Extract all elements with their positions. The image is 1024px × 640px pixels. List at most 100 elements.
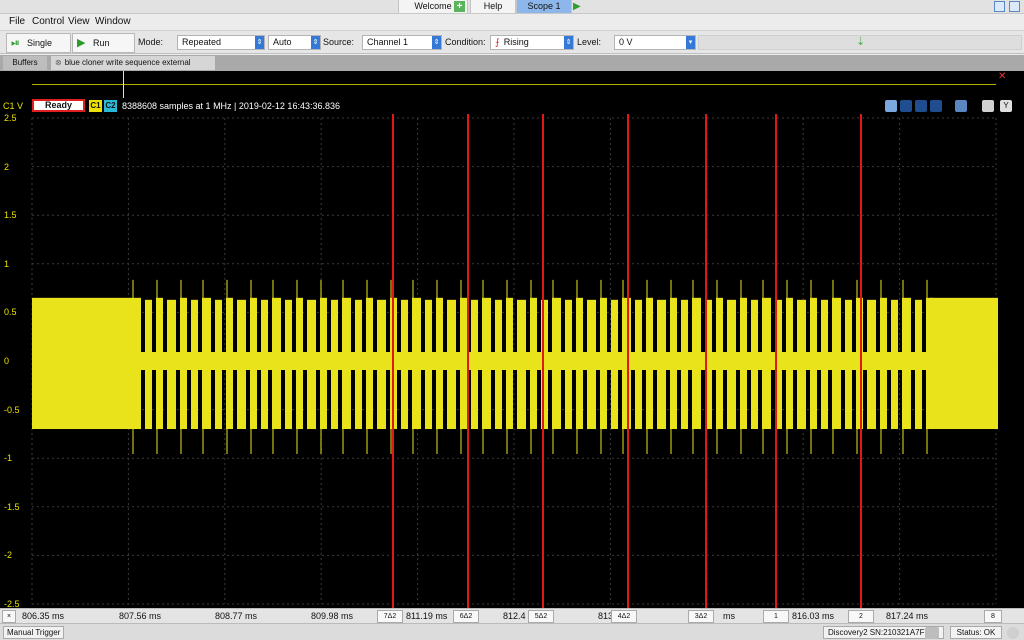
waveform-burst xyxy=(517,299,526,430)
close-axis-button[interactable]: × xyxy=(2,610,16,623)
waveform-burst xyxy=(307,299,316,430)
settings-gear-icon[interactable] xyxy=(1007,627,1019,639)
waveform-burst xyxy=(401,299,408,430)
x-tick-label: 812.4 xyxy=(503,611,526,621)
condition-select-value: Rising xyxy=(503,37,529,47)
overview-strip[interactable]: ✕ xyxy=(0,71,1024,98)
chevron-down-icon: ⇕ xyxy=(432,36,441,49)
y-tick-label: -1 xyxy=(4,453,13,464)
waveform-burst xyxy=(261,299,268,430)
waveform-gap-band xyxy=(351,352,355,370)
y-tick-label: 0 xyxy=(4,356,10,366)
waveform-gap-band xyxy=(898,352,902,370)
channel-2-toggle[interactable]: C2 xyxy=(104,100,117,112)
magnifier-icon[interactable] xyxy=(955,100,967,112)
buffer-file-tab[interactable]: ⊗blue cloner write sequence external ant… xyxy=(51,56,215,81)
run-button-label: Run xyxy=(93,38,110,48)
single-button-label: Single xyxy=(27,38,53,48)
waveform-gap-band xyxy=(513,352,517,370)
waveform-gap-band xyxy=(607,352,611,370)
run-button[interactable]: ▶ Run xyxy=(72,33,135,53)
mode-select[interactable]: Repeated ⇕ xyxy=(177,35,265,50)
trigger-auto-select[interactable]: Auto ⇕ xyxy=(268,35,321,50)
cursor-box-2[interactable]: 2 xyxy=(848,610,874,623)
waveform-burst xyxy=(355,299,362,430)
settings-icon[interactable] xyxy=(982,100,994,112)
waveform-gap-band xyxy=(362,352,366,370)
channel-1-toggle[interactable]: C1 xyxy=(89,100,102,112)
close-icon[interactable]: ⊗ xyxy=(55,58,62,67)
zoom-select-icon[interactable] xyxy=(885,100,897,112)
waveform-gap-band xyxy=(631,352,635,370)
waveform-burst xyxy=(285,299,292,430)
waveform-burst xyxy=(167,299,176,430)
cursor-box-7[interactable]: 7Δ2 xyxy=(377,610,403,623)
waveform-gap-band xyxy=(618,352,622,370)
chevron-down-icon: ⇕ xyxy=(311,36,320,49)
waveform-gap-band xyxy=(338,352,342,370)
overview-cursor[interactable] xyxy=(123,71,124,98)
scope-plot[interactable]: 2.5 2 1.5 1 0.5 0 -0.5 -1 -1.5 -2 -2.5 xyxy=(0,113,1024,609)
cursor-mode-icon[interactable] xyxy=(900,100,912,112)
y-axis-icon[interactable]: Y xyxy=(1000,100,1012,112)
waveform-gap-band xyxy=(653,352,657,370)
waveform-gap-band xyxy=(408,352,412,370)
waveform-gap-band xyxy=(292,352,296,370)
cursor-box-5[interactable]: 5Δ2 xyxy=(528,610,554,623)
waveform-gap-band xyxy=(163,352,167,370)
cursor-box-6[interactable]: 6Δ2 xyxy=(453,610,479,623)
measure-icon[interactable] xyxy=(915,100,927,112)
waveform-burst xyxy=(215,299,222,430)
download-arrow-icon[interactable]: ⇣ xyxy=(856,35,865,48)
tab-welcome-label: Welcome xyxy=(414,1,452,11)
x-tick-label: 807.56 ms xyxy=(119,611,162,621)
waveform-gap-band xyxy=(841,352,845,370)
waveform-gap-band xyxy=(688,352,692,370)
close-overview-icon[interactable]: ✕ xyxy=(998,72,1008,82)
waveform-burst xyxy=(727,299,736,430)
time-axis-bar: × 806.35 ms 807.56 ms 808.77 ms 809.98 m… xyxy=(0,608,1024,623)
condition-select[interactable]: ⨍ Rising ⇕ xyxy=(490,35,574,50)
tab-scope[interactable]: Scope 1 xyxy=(516,0,572,13)
waveform-burst xyxy=(447,299,456,430)
waveform-gap-band xyxy=(257,352,261,370)
cursor-box-3[interactable]: 3Δ2 xyxy=(688,610,714,623)
add-tab-icon[interactable]: + xyxy=(454,1,465,12)
waveform-gap-band xyxy=(176,352,180,370)
waveform-gap-band xyxy=(852,352,856,370)
single-button[interactable]: ⏯ Single xyxy=(6,33,71,53)
level-input[interactable]: 0 V ▾ xyxy=(614,35,696,50)
menu-file[interactable]: File xyxy=(9,16,25,27)
waveform-gap-band xyxy=(443,352,447,370)
source-select[interactable]: Channel 1 ⇕ xyxy=(362,35,442,50)
menu-view[interactable]: View xyxy=(68,16,90,27)
cursor-box-4[interactable]: 4Δ2 xyxy=(611,610,637,623)
cursor-box-8[interactable]: 8 xyxy=(984,610,1002,623)
menu-window[interactable]: Window xyxy=(95,16,131,27)
chevron-down-icon: ▾ xyxy=(686,36,695,49)
buffer-row: Buffers ⊗ blue cloner write sequence exte… xyxy=(0,55,1024,81)
waveform-gap-band xyxy=(876,352,880,370)
waveform-gap-band xyxy=(421,352,425,370)
cursor-box-1[interactable]: 1 xyxy=(763,610,789,623)
waveform-gap-band xyxy=(327,352,331,370)
menu-bar: File Control View Window xyxy=(0,14,1024,30)
waveform-burst xyxy=(425,299,432,430)
grid-toggle-icon[interactable] xyxy=(930,100,942,112)
waveform-gap-band xyxy=(911,352,915,370)
menu-control[interactable]: Control xyxy=(32,16,64,27)
scope-header: C1 V Ready C1 C2 8388608 samples at 1 MH… xyxy=(0,98,1024,114)
x-tick-label: 808.77 ms xyxy=(215,611,258,621)
x-tick-label: 806.35 ms xyxy=(22,611,65,621)
waveform-gap-band xyxy=(758,352,762,370)
buffers-button[interactable]: Buffers xyxy=(3,56,47,70)
device-icon[interactable] xyxy=(925,627,939,639)
waveform-gap-band xyxy=(456,352,460,370)
manual-trigger-button[interactable]: Manual Trigger xyxy=(3,626,65,639)
waveform-gap-band xyxy=(478,352,482,370)
tab-help[interactable]: Help xyxy=(470,0,516,13)
run-tab-icon[interactable]: ▶ xyxy=(573,1,583,12)
waveform-svg[interactable] xyxy=(0,114,1024,608)
window-layout-icon[interactable] xyxy=(994,1,1005,12)
window-detach-icon[interactable] xyxy=(1009,1,1020,12)
